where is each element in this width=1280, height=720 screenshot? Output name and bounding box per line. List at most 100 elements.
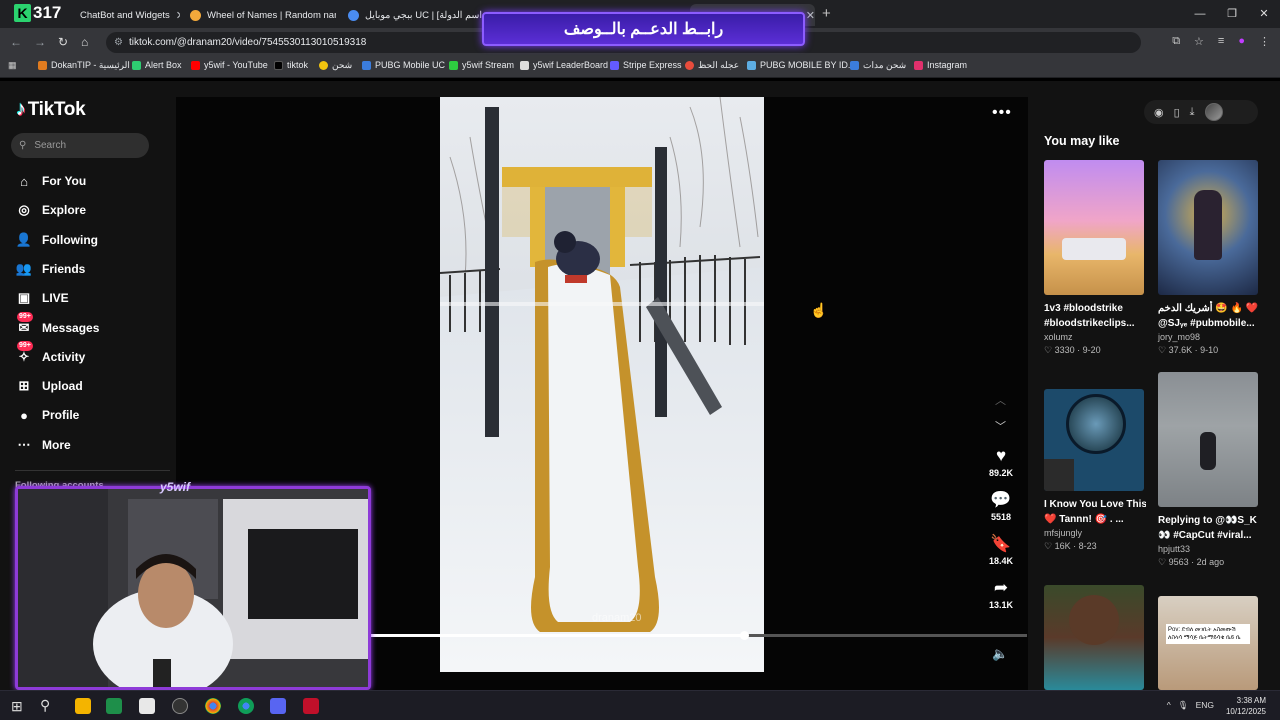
coins-icon[interactable]: ◉ xyxy=(1154,106,1164,119)
like-count: 89.2K xyxy=(988,468,1014,478)
recommended-video-card[interactable] xyxy=(1044,585,1146,690)
volume-icon[interactable]: 🔈 xyxy=(992,646,1008,662)
comment-icon: 💬 xyxy=(990,490,1012,509)
site-info-icon[interactable]: ⚙ xyxy=(114,32,123,53)
windows-taskbar: ⊞ ⚲ ^ 🎙 ENG 3:38 AM 10/12/2025 xyxy=(0,690,1280,720)
next-video-icon[interactable]: ﹀ xyxy=(995,418,1006,434)
bookmark-stripe[interactable]: Stripe Express xyxy=(610,60,682,70)
comment-button[interactable]: 💬 5518 xyxy=(980,490,1022,522)
system-clock[interactable]: 3:38 AM 10/12/2025 xyxy=(1226,695,1266,717)
tab-chatbot[interactable]: ChatBot and Widgets ✕ xyxy=(80,4,180,26)
sidebar-item-messages[interactable]: ✉ 99+ Messages xyxy=(15,312,99,339)
bookmark-label: y5wif - YouTube xyxy=(204,60,268,70)
recommended-video-card[interactable]: 1v3 #bloodstrike #bloodstrikeclips... xol… xyxy=(1044,160,1146,356)
menu-icon[interactable]: ⋮ xyxy=(1259,35,1270,48)
sidebar-item-label: LIVE xyxy=(42,291,69,305)
chrome-icon[interactable] xyxy=(238,698,254,714)
recommended-video-card[interactable]: Replying to @👀S_K 👀 #CapCut #viral... hpj… xyxy=(1158,372,1260,568)
windows-start-icon[interactable]: ⊞ xyxy=(11,698,23,715)
bookmark-tiktok[interactable]: tiktok xyxy=(274,60,308,70)
user-avatar[interactable] xyxy=(1204,103,1223,121)
app-icon[interactable] xyxy=(106,698,122,714)
minimize-icon[interactable]: — xyxy=(1184,0,1216,28)
recommended-video-card[interactable]: Pov: ደብለ መገቢት አስመጡሽ ለስላሳ ማሳጅ ቤትማይሳቁ ቤይ ቤ xyxy=(1158,596,1260,690)
home-button-icon[interactable]: ⌂ xyxy=(81,35,88,49)
tab-wheel-of-names[interactable]: Wheel of Names | Random nam ✕ xyxy=(190,4,336,26)
bookmark-dokantip[interactable]: DokanTIP - الرئيسية xyxy=(38,60,130,71)
progress-handle[interactable] xyxy=(740,631,750,640)
obs-icon[interactable] xyxy=(172,698,188,714)
card-meta: ♡ 9563 · 2d ago xyxy=(1158,557,1225,567)
site-favicon-icon xyxy=(348,9,359,21)
like-button[interactable]: ♥ 89.2K xyxy=(980,446,1022,478)
bookmark-charge[interactable]: شحن xyxy=(319,60,352,71)
sidebar-item-more[interactable]: ⋯ More xyxy=(15,434,71,456)
sidebar-item-friends[interactable]: 👥 Friends xyxy=(15,258,85,280)
search-box[interactable]: ⚲ xyxy=(11,133,149,158)
card-author: xolumz xyxy=(1044,332,1073,342)
instagram-icon xyxy=(914,60,923,70)
close-window-icon[interactable]: ✕ xyxy=(1248,0,1280,28)
recommended-video-card[interactable]: أشريك الدخم 🤩 🔥 ❤️ @SJᵧₑ #pubmobile... jo… xyxy=(1158,160,1260,356)
chrome-icon[interactable] xyxy=(205,698,221,714)
search-icon[interactable]: ⚲ xyxy=(40,697,50,714)
card-date: 2d ago xyxy=(1196,557,1225,567)
video-frame-playground-slide xyxy=(440,97,764,672)
kick-streak-badge: K 317 xyxy=(14,3,61,23)
tray-expand-icon[interactable]: ^ xyxy=(1167,700,1171,711)
sidebar-item-following[interactable]: 👤 Following xyxy=(15,229,98,251)
bookmark-charge-medals[interactable]: شحن مدات xyxy=(850,60,906,71)
install-app-icon[interactable]: ⧉ xyxy=(1172,35,1180,48)
save-button[interactable]: 🔖 18.4K xyxy=(980,534,1022,566)
forward-icon[interactable]: → xyxy=(34,35,46,49)
media-controls-icon[interactable]: ≡ xyxy=(1218,35,1224,48)
tab-pubg-uc[interactable]: ببجي موبايل UC | [اسم الدولة] ... xyxy=(348,4,482,26)
close-icon[interactable]: ✕ xyxy=(170,9,180,22)
discord-icon[interactable] xyxy=(270,698,286,714)
reload-icon[interactable]: ↻ xyxy=(58,35,68,49)
microphone-icon[interactable]: 🎙 xyxy=(1178,700,1189,711)
bookmark-label: PUBG MOBILE BY ID... xyxy=(760,60,856,70)
sidebar-item-live[interactable]: ▣ LIVE xyxy=(15,287,69,309)
bookmark-leaderboard[interactable]: y5wif LeaderBoard xyxy=(520,60,608,70)
back-icon[interactable]: ← xyxy=(10,35,22,49)
bookmark-y5wif-stream[interactable]: y5wif Stream xyxy=(449,60,514,70)
previous-video-icon[interactable]: ︿ xyxy=(995,392,1006,408)
download-icon[interactable]: ⤓ xyxy=(1190,106,1195,119)
sidebar-item-explore[interactable]: ◎ Explore xyxy=(15,199,86,221)
new-tab-button[interactable]: + xyxy=(822,5,831,22)
app-icon[interactable] xyxy=(303,698,319,714)
sidebar-item-label: Upload xyxy=(42,379,83,393)
bookmark-alert-box[interactable]: Alert Box xyxy=(132,60,182,70)
bookmark-pubg-uc[interactable]: PUBG Mobile UC xyxy=(362,60,445,70)
share-button[interactable]: ➦ 13.1K xyxy=(980,578,1022,610)
bookmark-instagram[interactable]: Instagram xyxy=(914,60,967,70)
bookmark-pubg-by-id[interactable]: PUBG MOBILE BY ID... xyxy=(747,60,855,70)
sidebar-item-activity[interactable]: ✧ 99+ Activity xyxy=(15,341,85,368)
bookmark-star-icon[interactable]: ☆ xyxy=(1194,35,1204,48)
tiktok-logo[interactable]: ♪ TikTok xyxy=(16,98,86,121)
file-explorer-icon[interactable] xyxy=(75,698,91,714)
video-progress-bar[interactable] xyxy=(369,631,1027,640)
sidebar-item-label: Friends xyxy=(42,262,86,276)
sidebar-item-upload[interactable]: ⊞ Upload xyxy=(15,375,83,397)
card-meta: ♡ 37.6K · 9-10 xyxy=(1158,345,1219,355)
more-options-icon[interactable]: ••• xyxy=(992,104,1012,122)
sidebar-item-label: For You xyxy=(42,174,87,188)
app-icon[interactable] xyxy=(139,698,155,714)
tab-label: ChatBot and Widgets xyxy=(80,9,170,21)
restore-icon[interactable]: ❐ xyxy=(1216,0,1248,28)
apps-grid-icon[interactable]: ▦ xyxy=(8,60,17,71)
recommended-video-card[interactable]: I Know You Love This ❤️ Tannn! 🎯 . ... mf… xyxy=(1044,389,1146,552)
bookmark-wheel[interactable]: عجله الحظ xyxy=(685,60,739,71)
profile-icon[interactable]: ● xyxy=(1238,35,1245,48)
bookmark-label: شحن مدات xyxy=(863,60,907,70)
bookmark-youtube[interactable]: y5wif - YouTube xyxy=(191,60,268,70)
clock-date: 10/12/2025 xyxy=(1225,707,1266,716)
language-indicator[interactable]: ENG xyxy=(1196,700,1214,711)
video-player[interactable]: dranam20 xyxy=(440,97,764,672)
search-input[interactable] xyxy=(34,140,135,151)
sidebar-item-for-you[interactable]: ⌂ For You xyxy=(15,170,86,192)
sidebar-item-profile[interactable]: ● Profile xyxy=(15,404,79,426)
phone-icon[interactable]: ▯ xyxy=(1174,106,1180,119)
